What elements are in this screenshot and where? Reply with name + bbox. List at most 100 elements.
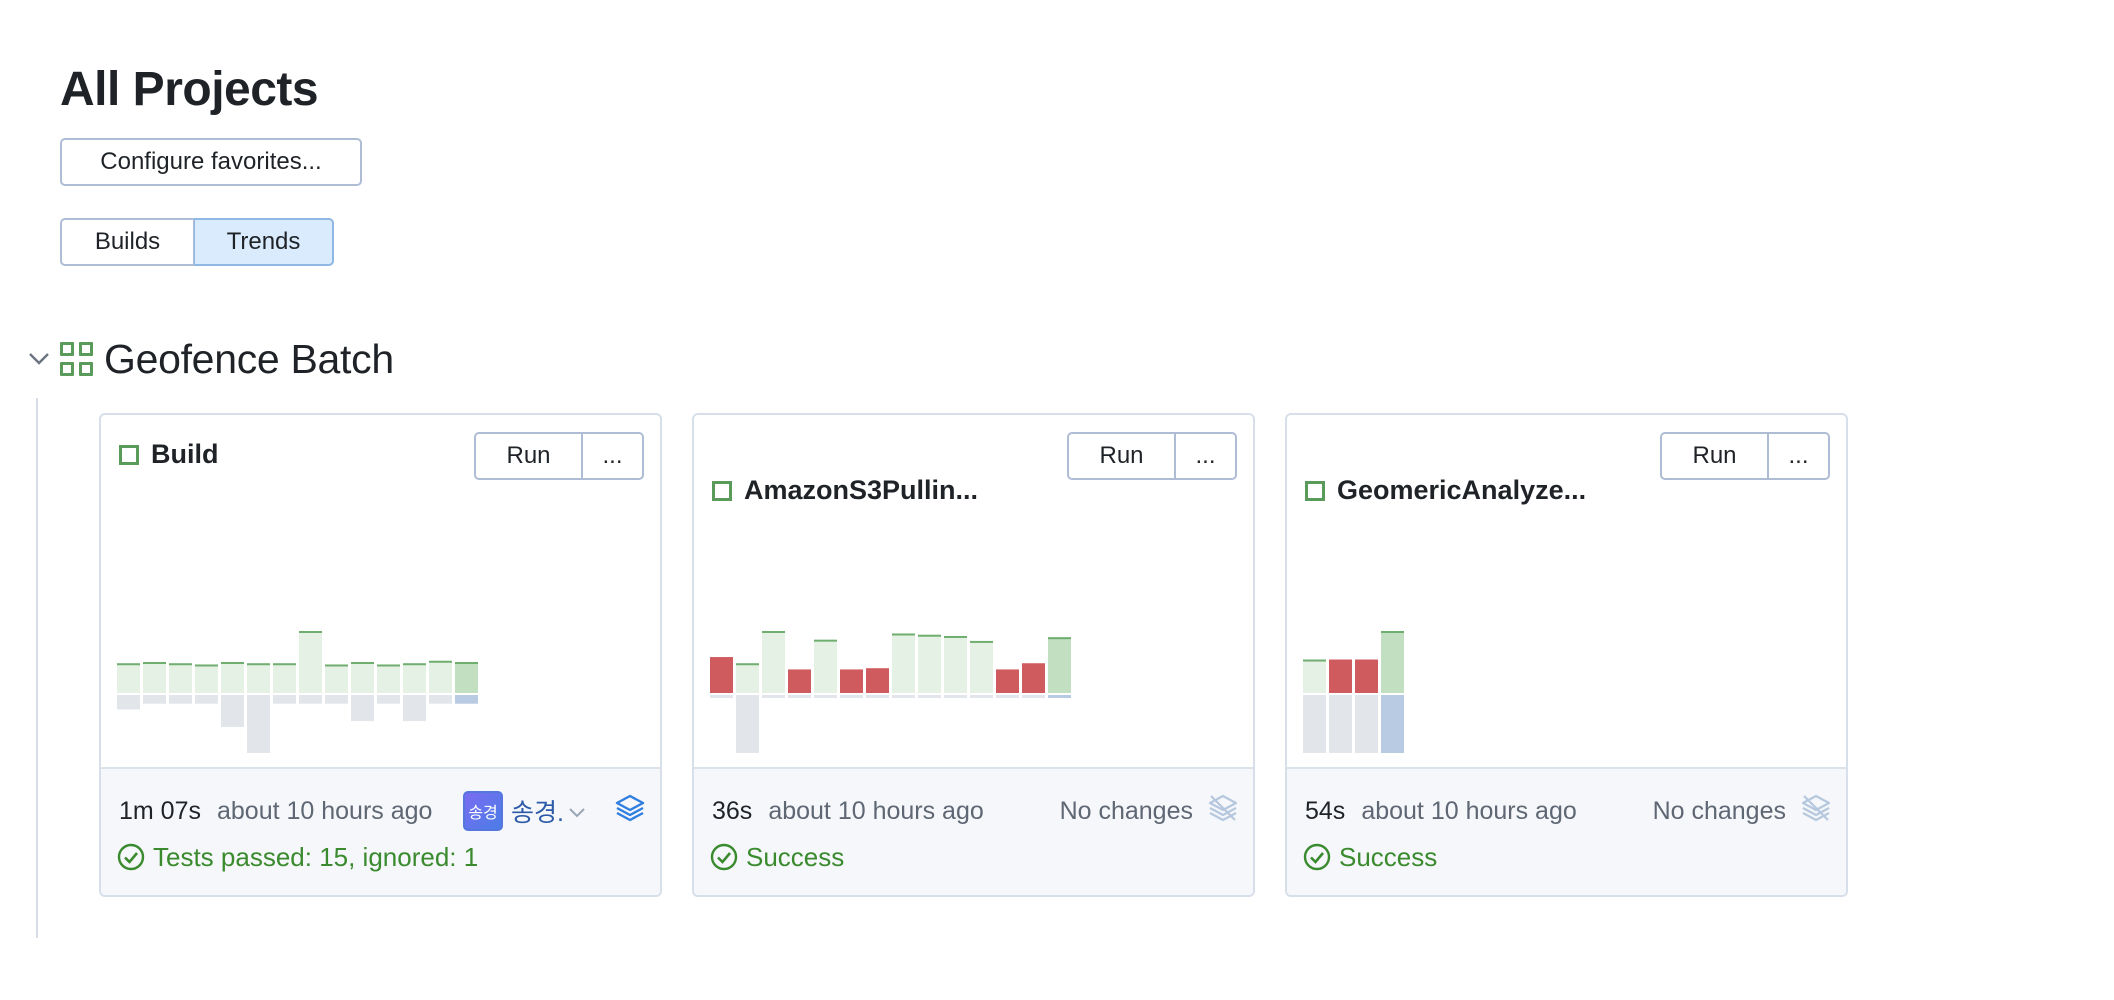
- build-result-bar[interactable]: [866, 668, 889, 693]
- run-button-group: Run ...: [1660, 432, 1830, 480]
- build-result-bar[interactable]: [351, 662, 374, 693]
- no-changes-label: No changes: [1652, 796, 1786, 825]
- status-text[interactable]: Success: [746, 842, 844, 873]
- config-title[interactable]: GeomericAnalyze...: [1305, 475, 1586, 506]
- run-button[interactable]: Run: [1660, 432, 1768, 480]
- build-duration: 54s: [1305, 796, 1346, 825]
- page-title: All Projects: [60, 63, 319, 116]
- build-duration-bar: [918, 695, 941, 698]
- avatar: 송경: [463, 791, 504, 831]
- build-config-card: Build Run ... 1m 07s about 10 hours ago …: [99, 413, 662, 897]
- build-result-bar-top: [325, 664, 348, 667]
- more-options-button[interactable]: ...: [1768, 432, 1830, 480]
- builds-tab[interactable]: Builds: [60, 218, 194, 266]
- build-result-bar-top: [429, 660, 452, 663]
- build-result-bar[interactable]: [710, 657, 733, 693]
- build-result-bar[interactable]: [1048, 637, 1071, 693]
- build-result-bar[interactable]: [455, 662, 478, 693]
- build-result-bar[interactable]: [299, 631, 322, 693]
- build-duration: 36s: [712, 796, 753, 825]
- build-result-bar[interactable]: [788, 669, 811, 693]
- build-result-bar-top: [221, 662, 244, 664]
- build-result-bar[interactable]: [1381, 631, 1404, 693]
- build-result-bar[interactable]: [814, 639, 837, 693]
- build-result-bar[interactable]: [1329, 659, 1352, 693]
- build-duration-bar: [247, 695, 270, 753]
- build-result-bar[interactable]: [892, 633, 915, 693]
- build-result-bar-top: [195, 664, 218, 667]
- build-result-bar[interactable]: [1022, 663, 1045, 693]
- build-duration-bar: [1022, 695, 1045, 698]
- config-name[interactable]: Build: [151, 439, 219, 470]
- check-circle-icon: [1303, 843, 1331, 871]
- build-result-bar[interactable]: [1355, 659, 1378, 693]
- build-result-bar-top: [970, 640, 993, 643]
- build-config-card: GeomericAnalyze... Run ... 54s about 10 …: [1285, 413, 1848, 897]
- build-time-ago[interactable]: about 10 hours ago: [1361, 797, 1576, 826]
- build-time-ago[interactable]: about 10 hours ago: [768, 797, 983, 826]
- build-result-bar[interactable]: [918, 634, 941, 693]
- run-button[interactable]: Run: [474, 432, 582, 480]
- build-duration-bar: [351, 695, 374, 722]
- build-result-bar-top: [403, 663, 426, 666]
- status-square-icon: [1305, 480, 1325, 501]
- build-result-bar[interactable]: [169, 663, 192, 693]
- build-result-bar[interactable]: [736, 663, 759, 693]
- build-result-bar-top: [1048, 637, 1071, 640]
- build-duration-bar: [299, 695, 322, 704]
- build-result-bar[interactable]: [377, 664, 400, 693]
- build-result-bar[interactable]: [840, 669, 863, 693]
- configure-favorites-button[interactable]: Configure favorites...: [60, 138, 362, 186]
- more-options-button[interactable]: ...: [582, 432, 644, 480]
- build-result-bar[interactable]: [143, 662, 166, 693]
- build-duration-bar: [221, 695, 244, 727]
- build-result-bar-top: [117, 663, 140, 666]
- status-text[interactable]: Success: [1339, 842, 1437, 873]
- build-result-bar-top: [762, 631, 785, 633]
- run-button[interactable]: Run: [1067, 432, 1175, 480]
- build-result-bar-top: [736, 663, 759, 666]
- build-result-bar[interactable]: [970, 640, 993, 693]
- user-name[interactable]: 송경.: [511, 793, 564, 829]
- build-result-bar[interactable]: [247, 663, 270, 693]
- chevron-down-icon[interactable]: [568, 797, 586, 826]
- build-result-bar-top: [351, 662, 374, 664]
- group-title[interactable]: Geofence Batch: [104, 336, 394, 383]
- build-duration-bar: [814, 695, 837, 698]
- build-duration-bar: [455, 695, 478, 704]
- build-result-bar[interactable]: [221, 662, 244, 693]
- trends-tab[interactable]: Trends: [194, 218, 334, 266]
- build-result-bar[interactable]: [195, 664, 218, 693]
- build-result-bar[interactable]: [117, 663, 140, 693]
- status-text[interactable]: Tests passed: 15, ignored: 1: [153, 842, 478, 873]
- build-result-bar[interactable]: [325, 664, 348, 693]
- build-config-card: AmazonS3Pullin... Run ... 36s about 10 h…: [692, 413, 1255, 897]
- build-result-bar-top: [247, 663, 270, 666]
- build-duration-bar: [1381, 695, 1404, 753]
- build-result-bar[interactable]: [762, 631, 785, 693]
- layers-off-icon: [1800, 792, 1832, 831]
- build-result-bar[interactable]: [944, 635, 967, 693]
- build-duration-bar: [788, 695, 811, 698]
- build-result-bar[interactable]: [996, 669, 1019, 693]
- build-result-bar[interactable]: [429, 660, 452, 693]
- config-name[interactable]: GeomericAnalyze...: [1337, 475, 1586, 506]
- layers-off-icon: [1207, 792, 1239, 831]
- build-duration-bar: [117, 695, 140, 710]
- collapse-chevron-icon[interactable]: [26, 346, 52, 372]
- config-title[interactable]: AmazonS3Pullin...: [712, 475, 978, 506]
- build-result-bar[interactable]: [1303, 659, 1326, 693]
- build-result-bar[interactable]: [273, 663, 296, 693]
- build-time-ago[interactable]: about 10 hours ago: [217, 797, 432, 826]
- project-grid-icon: [60, 342, 94, 376]
- build-result-bar-top: [944, 635, 967, 638]
- more-options-button[interactable]: ...: [1175, 432, 1237, 480]
- build-result-bar-top: [377, 664, 400, 667]
- layers-icon[interactable]: [614, 792, 646, 831]
- config-name[interactable]: AmazonS3Pullin...: [744, 475, 978, 506]
- build-duration: 1m 07s: [119, 796, 201, 825]
- config-title[interactable]: Build: [119, 439, 219, 470]
- build-result-bar[interactable]: [403, 663, 426, 693]
- card-footer: 1m 07s about 10 hours ago 송경 송경. Tests p…: [101, 767, 660, 895]
- build-result-bar-top: [299, 631, 322, 633]
